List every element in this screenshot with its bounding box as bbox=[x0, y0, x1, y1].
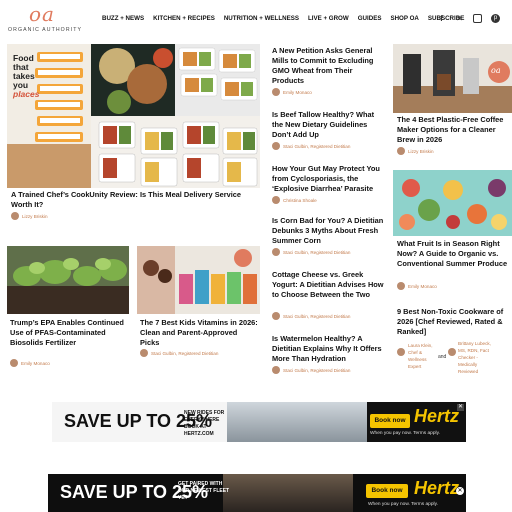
author-name[interactable]: Emily Monaco bbox=[408, 284, 437, 289]
byline-kids-vitamins: Staci Gulbin, Registered Dietitian bbox=[140, 349, 218, 357]
byline-cookware: Laura Klein, Chef & Wellness Expert and … bbox=[397, 340, 509, 380]
article-title-kids-vitamins[interactable]: The 7 Best Kids Vitamins in 2026: Clean … bbox=[140, 318, 258, 348]
nav-item-live-grow[interactable]: LIVE + GROW bbox=[308, 15, 349, 22]
byline-cottage-cheese: Staci Gulbin, Registered Dietitian bbox=[272, 312, 350, 320]
author-avatar bbox=[10, 359, 18, 367]
author-name[interactable]: Staci Gulbin, Registered Dietitian bbox=[283, 144, 350, 149]
article-title-cookware[interactable]: 9 Best Non-Toxic Cookware of 2026 [Chef … bbox=[397, 307, 509, 337]
author-avatar bbox=[272, 142, 280, 150]
article-title-beef-tallow[interactable]: Is Beef Tallow Healthy? What the New Die… bbox=[272, 110, 384, 140]
instagram-icon[interactable] bbox=[473, 14, 482, 23]
ad-banner-hertz-2[interactable]: SAVE UP TO 25% GET PAIRED WITH OUR NEWES… bbox=[48, 474, 466, 512]
author-name[interactable]: Staci Gulbin, Registered Dietitian bbox=[283, 368, 350, 373]
seasonal-fruit-image[interactable] bbox=[393, 170, 512, 236]
author-avatar bbox=[272, 366, 280, 374]
fruit-graphic bbox=[393, 170, 512, 236]
kids-vitamins-image[interactable] bbox=[137, 246, 260, 314]
article-title-epa-biosolids[interactable]: Trump’s EPA Enables Continued Use of PFA… bbox=[10, 318, 128, 348]
ad-close-icon[interactable]: ✕ bbox=[457, 404, 464, 411]
author-avatar bbox=[397, 282, 405, 290]
nav-item-nutrition-wellness[interactable]: NUTRITION + WELLNESS bbox=[224, 15, 299, 22]
ad-book-now-button[interactable]: Book now bbox=[370, 414, 410, 428]
author-avatar bbox=[11, 212, 19, 220]
byline-seasonal-fruit: Emily Monaco bbox=[397, 282, 437, 290]
ad-tagline: When you pay now. Terms apply. bbox=[368, 502, 438, 507]
author-avatar bbox=[272, 196, 280, 204]
hero-meal-image[interactable]: Food that takes you places bbox=[7, 44, 260, 188]
author-name[interactable]: Staci Gulbin, Registered Dietitian bbox=[283, 250, 350, 255]
article-title-gut-parasite[interactable]: How Your Gut May Protect You from Cyclos… bbox=[272, 164, 384, 194]
ad-brand-logo: Hertz bbox=[414, 406, 460, 426]
social-links: f ✕ p bbox=[437, 14, 500, 23]
meal-collage-graphic bbox=[7, 44, 260, 188]
ad-car-image bbox=[223, 474, 353, 512]
ad-brand-logo: Hertz bbox=[414, 478, 460, 498]
author-avatar bbox=[448, 348, 456, 356]
pinterest-icon[interactable]: p bbox=[491, 14, 500, 23]
nav-item-buzz-news[interactable]: BUZZ + NEWS bbox=[102, 15, 144, 22]
coffee-maker-image[interactable]: oa bbox=[393, 44, 512, 113]
author-avatar bbox=[272, 88, 280, 96]
author-name[interactable]: Staci Gulbin, Registered Dietitian bbox=[283, 314, 350, 319]
article-title-gmo-wheat[interactable]: A New Petition Asks General Mills to Com… bbox=[272, 46, 384, 86]
article-title-cookunity[interactable]: A Trained Chef’s CookUnity Review: Is Th… bbox=[11, 190, 251, 210]
logo-text: ORGANIC AUTHORITY bbox=[8, 27, 83, 33]
article-title-corn[interactable]: Is Corn Bad for You? A Dietitian Debunks… bbox=[272, 216, 384, 246]
author-avatar bbox=[140, 349, 148, 357]
author-name[interactable]: Staci Gulbin, Registered Dietitian bbox=[151, 351, 218, 356]
nav-item-guides[interactable]: GUIDES bbox=[358, 15, 382, 22]
vitamins-graphic bbox=[137, 246, 260, 314]
main-nav: BUZZ + NEWS KITCHEN + RECIPES NUTRITION … bbox=[102, 15, 473, 22]
site-header: oa ORGANIC AUTHORITY BUZZ + NEWS KITCHEN… bbox=[0, 0, 512, 38]
author-avatar bbox=[272, 312, 280, 320]
article-title-seasonal-fruit[interactable]: What Fruit Is in Season Right Now? A Gui… bbox=[397, 239, 509, 269]
article-title-coffee-maker[interactable]: The 4 Best Plastic-Free Coffee Maker Opt… bbox=[397, 115, 509, 145]
ad-banner-hertz-1[interactable]: SAVE UP TO 25% NEW RIDES FOR EVERYWHERE … bbox=[52, 402, 466, 442]
article-title-cottage-cheese[interactable]: Cottage Cheese vs. Greek Yogurt: A Dieti… bbox=[272, 270, 384, 300]
hero-box-print: Food that takes you places bbox=[13, 53, 40, 99]
ad-book-now-button[interactable]: Book now bbox=[366, 484, 408, 498]
epa-biosolids-image[interactable] bbox=[7, 246, 129, 314]
article-title-watermelon[interactable]: Is Watermelon Healthy? A Dietitian Expla… bbox=[272, 334, 384, 364]
byline-coffee-maker: Lizzy Briskin bbox=[397, 147, 434, 155]
author-avatar bbox=[272, 248, 280, 256]
coffee-maker-graphic bbox=[393, 44, 512, 113]
author-name[interactable]: Emily Monaco bbox=[283, 90, 312, 95]
ad-close-icon[interactable]: ✕ bbox=[456, 487, 464, 495]
author-avatar bbox=[397, 147, 405, 155]
ad-car-image bbox=[227, 402, 367, 442]
facebook-icon[interactable]: f bbox=[437, 14, 446, 23]
author-name[interactable]: Laura Klein, Chef & Wellness Expert bbox=[408, 342, 436, 370]
nav-item-kitchen-recipes[interactable]: KITCHEN + RECIPES bbox=[153, 15, 215, 22]
byline-gmo-wheat: Emily Monaco bbox=[272, 88, 312, 96]
x-icon[interactable]: ✕ bbox=[455, 14, 464, 23]
byline-gut-parasite: Christina Shoale bbox=[272, 196, 317, 204]
author-name[interactable]: Christina Shoale bbox=[283, 198, 317, 203]
ad-subtext: NEW RIDES FOR EVERYWHERE BOOK AT HERTZ.C… bbox=[184, 410, 225, 437]
byline-epa-biosolids: Emily Monaco bbox=[10, 359, 50, 367]
byline-corn: Staci Gulbin, Registered Dietitian bbox=[272, 248, 350, 256]
byline-watermelon: Staci Gulbin, Registered Dietitian bbox=[272, 366, 350, 374]
author-name[interactable]: Lizzy Briskin bbox=[408, 149, 434, 154]
plants-graphic bbox=[7, 246, 129, 314]
nav-item-shop-oa[interactable]: SHOP OA bbox=[390, 15, 418, 22]
author-avatar bbox=[397, 348, 405, 356]
oa-badge-text: oa bbox=[491, 66, 501, 75]
author-name[interactable]: Lizzy Briskin bbox=[22, 214, 48, 219]
ad-tagline: When you pay now. Terms apply. bbox=[370, 431, 440, 436]
byline-and: and bbox=[438, 354, 447, 360]
site-logo[interactable]: oa ORGANIC AUTHORITY bbox=[8, 2, 98, 35]
byline-cookunity: Lizzy Briskin bbox=[11, 212, 48, 220]
ad-subtext: GET PAIRED WITH OUR NEWEST FLEET YET bbox=[178, 481, 230, 501]
author-name[interactable]: Brittany Lubeck, MS, RDN, Fact Checker -… bbox=[458, 340, 498, 375]
author-name[interactable]: Emily Monaco bbox=[21, 361, 50, 366]
byline-beef-tallow: Staci Gulbin, Registered Dietitian bbox=[272, 142, 350, 150]
logo-mark: oa bbox=[29, 2, 55, 26]
